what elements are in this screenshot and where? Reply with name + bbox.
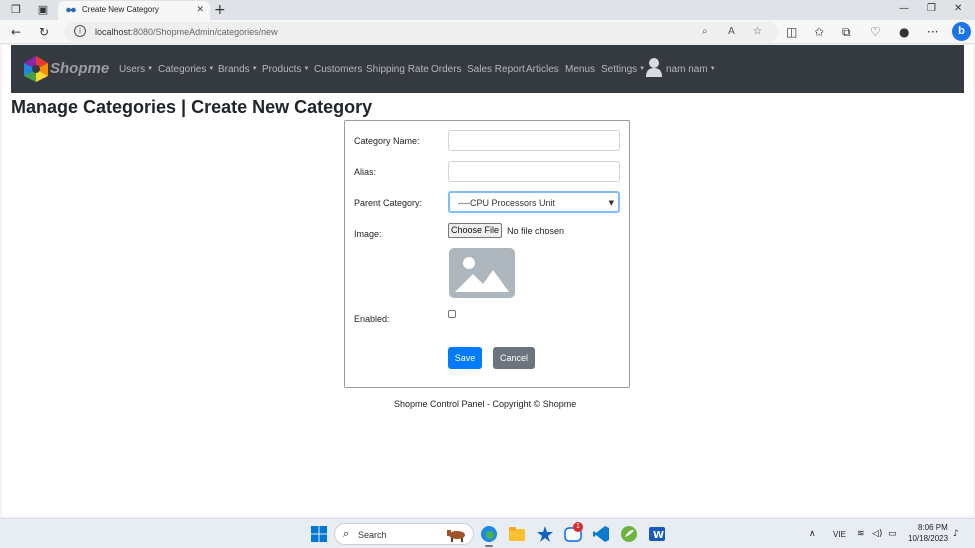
workspaces-icon[interactable]: ❐ [9, 3, 23, 17]
nav-settings[interactable]: Settings ▼ [601, 63, 645, 76]
refresh-icon[interactable]: ↻ [39, 24, 49, 40]
restore-icon[interactable]: ❐ [927, 2, 936, 16]
edge-active-indicator [485, 545, 493, 547]
tab-title: Create New Category [82, 5, 159, 14]
cancel-button[interactable]: Cancel [493, 347, 535, 369]
page-title: Manage Categories | Create New Category [11, 97, 373, 117]
nav-brands[interactable]: Brands ▼ [218, 63, 258, 76]
collections-icon[interactable]: ⧉ [842, 24, 851, 40]
category-name-input[interactable] [448, 130, 620, 151]
nav-categories[interactable]: Categories ▼ [158, 63, 214, 76]
save-button[interactable]: Save [448, 347, 482, 369]
edge-browser-icon[interactable] [480, 525, 498, 543]
more-options-icon[interactable]: ··· [927, 24, 938, 40]
alias-label: Alias: [354, 167, 377, 177]
favorites-icon[interactable]: ✩ [814, 24, 824, 40]
category-form: Category Name: Alias: Parent Category: -… [344, 120, 630, 388]
windows-start-icon[interactable] [310, 525, 328, 543]
site-info-icon[interactable]: i [74, 25, 86, 37]
nav-user-menu[interactable]: nam nam ▼ [666, 63, 716, 76]
language-indicator[interactable]: VIE [833, 530, 846, 540]
minimize-icon[interactable]: — [899, 2, 909, 16]
favorite-star-icon[interactable]: ☆ [753, 25, 762, 39]
notification-bell-icon[interactable]: ♪ [953, 528, 959, 540]
file-explorer-icon[interactable] [508, 525, 526, 543]
window-close-icon[interactable]: ✕ [954, 2, 962, 16]
browser-tab-bar: ❐ ▣ Create New Category ✕ + — ❐ ✕ [0, 0, 975, 20]
file-status-text: No file chosen [507, 226, 565, 236]
parent-category-select[interactable]: ----CPU Processors Unit ▼ [448, 191, 620, 213]
tab-favicon-icon [66, 7, 76, 13]
enabled-checkbox[interactable] [448, 310, 456, 318]
browser-toolbar: ← ↻ i localhost:8080/ShopmeAdmin/categor… [0, 20, 975, 44]
new-tab-icon[interactable]: + [214, 1, 226, 19]
nav-menus[interactable]: Menus [565, 63, 595, 76]
read-aloud-icon[interactable]: A [728, 25, 735, 39]
search-highlight-icon [447, 530, 465, 542]
nav-sales-report[interactable]: Sales Report [467, 63, 525, 76]
back-icon[interactable]: ← [11, 24, 21, 40]
vscode-icon[interactable] [592, 525, 610, 543]
nav-shipping-rate[interactable]: Shipping Rate [366, 63, 429, 76]
spring-tool-icon[interactable] [620, 525, 638, 543]
enabled-label: Enabled: [354, 314, 390, 324]
split-screen-icon[interactable]: ◫ [786, 24, 797, 40]
tab-actions-icon[interactable]: ▣ [36, 3, 50, 17]
chevron-up-icon[interactable]: ∧ [809, 528, 816, 540]
chevron-down-icon: ▼ [608, 199, 614, 207]
search-icon: ⌕ [343, 527, 350, 540]
battery-icon[interactable]: ▭ [888, 528, 897, 540]
parent-category-value: ----CPU Processors Unit [458, 198, 556, 208]
wifi-icon[interactable]: ≋ [857, 528, 865, 540]
copilot-icon[interactable]: b [952, 22, 971, 41]
windows-taskbar: ⌕ Search 1 W ∧ VIE ≋ ◁) ▭ 8:06 PM 10/18/… [0, 518, 975, 548]
nav-customers[interactable]: Customers [314, 63, 362, 76]
alias-input[interactable] [448, 161, 620, 182]
clock-date[interactable]: 10/18/2023 [908, 534, 948, 544]
clock-time[interactable]: 8:06 PM [918, 523, 948, 533]
image-placeholder-icon [449, 248, 515, 298]
choose-file-button[interactable]: Choose File [448, 223, 502, 238]
zoom-icon[interactable]: ⌕ [702, 25, 708, 39]
search-label: Search [358, 530, 387, 540]
tab-close-icon[interactable]: ✕ [196, 4, 204, 16]
taskbar-search[interactable]: ⌕ Search [334, 523, 474, 545]
main-navbar: Shopme Users ▼ Categories ▼ Brands ▼ Produc… [11, 45, 964, 93]
browser-essentials-icon[interactable]: ♡ [870, 24, 881, 40]
brand-name[interactable]: Shopme [50, 60, 109, 78]
word-icon[interactable]: W [648, 525, 666, 543]
parent-category-label: Parent Category: [354, 198, 423, 208]
shopme-logo-icon[interactable] [22, 55, 50, 83]
nav-products[interactable]: Products ▼ [262, 63, 309, 76]
store-icon[interactable] [536, 525, 554, 543]
page-viewport: Shopme Users ▼ Categories ▼ Brands ▼ Produc… [2, 45, 973, 516]
category-name-label: Category Name: [354, 136, 420, 146]
profile-icon[interactable]: ● [899, 24, 909, 40]
footer-text: Shopme Control Panel - Copyright © Shopm… [394, 399, 577, 409]
volume-icon[interactable]: ◁) [872, 528, 882, 540]
image-label: Image: [354, 229, 382, 239]
user-avatar-icon[interactable] [646, 57, 662, 77]
browser-tab[interactable]: Create New Category ✕ [58, 1, 210, 20]
url-text: localhost:8080/ShopmeAdmin/categories/ne… [95, 27, 278, 37]
nav-users[interactable]: Users ▼ [119, 63, 153, 76]
address-bar[interactable]: i localhost:8080/ShopmeAdmin/categories/… [64, 22, 778, 42]
nav-articles[interactable]: Articles [526, 63, 559, 76]
svg-text:W: W [653, 530, 664, 541]
nav-orders[interactable]: Orders [431, 63, 462, 76]
notification-badge: 1 [573, 522, 583, 532]
